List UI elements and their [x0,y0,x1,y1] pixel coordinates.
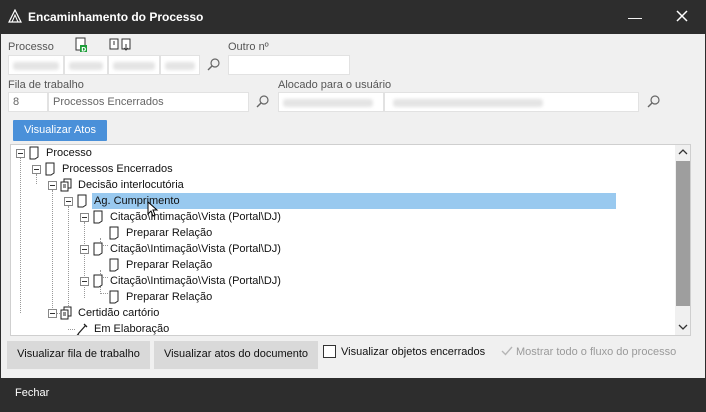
scroll-up-icon[interactable] [678,148,688,156]
tree-node[interactable]: Preparar Relação [126,257,212,273]
expand-toggle[interactable] [80,245,89,254]
tree-node[interactable]: Processo [46,145,92,161]
stack-document-icon [60,306,72,320]
visualizar-objetos-label[interactable]: Visualizar objetos encerrados [341,346,485,358]
processo-year-field[interactable] [108,55,160,75]
pencil-icon [76,323,88,335]
tree-node[interactable]: Citação\Intimação\Vista (Portal\DJ) [110,273,281,289]
alocado-label: Alocado para o usuário [278,79,392,91]
document-icon [77,194,87,208]
svg-text:D: D [81,47,86,54]
document-icon [109,226,119,240]
expand-toggle[interactable] [48,309,57,318]
processo-label: Processo [8,41,54,53]
outro-numero-field[interactable] [228,55,350,75]
minimize-button[interactable]: — [625,8,645,26]
visualizar-atos-documento-button[interactable]: Visualizar atos do documento [154,341,318,369]
search-icon[interactable] [255,94,271,110]
copy-icon[interactable] [109,38,135,52]
document-icon [93,242,103,256]
fila-name-field[interactable]: Processos Encerrados [48,92,249,112]
expand-toggle[interactable] [80,277,89,286]
visualizar-objetos-checkbox[interactable] [323,345,336,358]
title-bar: Encaminhamento do Processo — [0,0,706,34]
app-logo-icon [8,9,22,23]
visualizar-fila-button[interactable]: Visualizar fila de trabalho [7,341,150,369]
vertical-scrollbar[interactable] [675,145,690,335]
fila-label: Fila de trabalho [8,79,84,91]
mostrar-fluxo-label: Mostrar todo o fluxo do processo [516,346,677,358]
dialog-body: Processo D Outro nº Fila de trabalho 8 P… [1,34,705,378]
document-icon [93,274,103,288]
tree-node[interactable]: Processos Encerrados [62,161,173,177]
document-icon [45,162,55,176]
scroll-down-icon[interactable] [678,323,688,331]
processo-number-field[interactable] [8,55,64,75]
scrollbar-thumb[interactable] [676,161,690,306]
outro-label: Outro nº [228,41,269,53]
search-icon[interactable] [646,94,662,110]
tree-node[interactable]: Preparar Relação [126,225,212,241]
document-icon[interactable]: D [74,37,88,53]
footer-bar: Fechar [5,380,701,406]
tree-node[interactable]: Preparar Relação [126,289,212,305]
processo-origin-field[interactable] [160,55,200,75]
fila-number-field[interactable]: 8 [8,92,48,112]
window-title: Encaminhamento do Processo [28,10,204,24]
checkmark-icon [501,346,513,356]
expand-toggle[interactable] [64,197,73,206]
stack-document-icon [60,178,72,192]
expand-toggle[interactable] [32,165,41,174]
expand-toggle[interactable] [16,149,25,158]
expand-toggle[interactable] [48,181,57,190]
tree-node[interactable]: Decisão interlocutória [78,177,184,193]
document-icon [109,258,119,272]
tree-node[interactable]: Citação\Intimação\Vista (Portal\DJ) [110,241,281,257]
fechar-button[interactable]: Fechar [15,387,49,399]
expand-toggle[interactable] [80,213,89,222]
tree-node[interactable]: Em Elaboração [94,321,169,335]
dialog-window: Encaminhamento do Processo — Processo D … [0,0,706,412]
usuario-code-field[interactable] [278,92,384,112]
visualizar-atos-button[interactable]: Visualizar Atos [13,120,107,141]
usuario-name-field[interactable] [384,92,639,112]
document-icon [93,210,103,224]
search-icon[interactable] [206,57,222,73]
tree-node[interactable]: Citação\Intimação\Vista (Portal\DJ) [110,209,281,225]
process-tree[interactable]: Processo Processos Encerrados Decisão in… [10,144,691,336]
fila-number-value: 8 [13,96,20,108]
close-icon[interactable] [671,7,693,27]
fila-name-value: Processos Encerrados [53,96,164,108]
processo-digit-field[interactable] [64,55,108,75]
document-icon [29,146,39,160]
tree-node[interactable]: Certidão cartório [78,305,159,321]
tree-node-selected[interactable]: Ag. Cumprimento [94,193,180,209]
document-icon [109,290,119,304]
